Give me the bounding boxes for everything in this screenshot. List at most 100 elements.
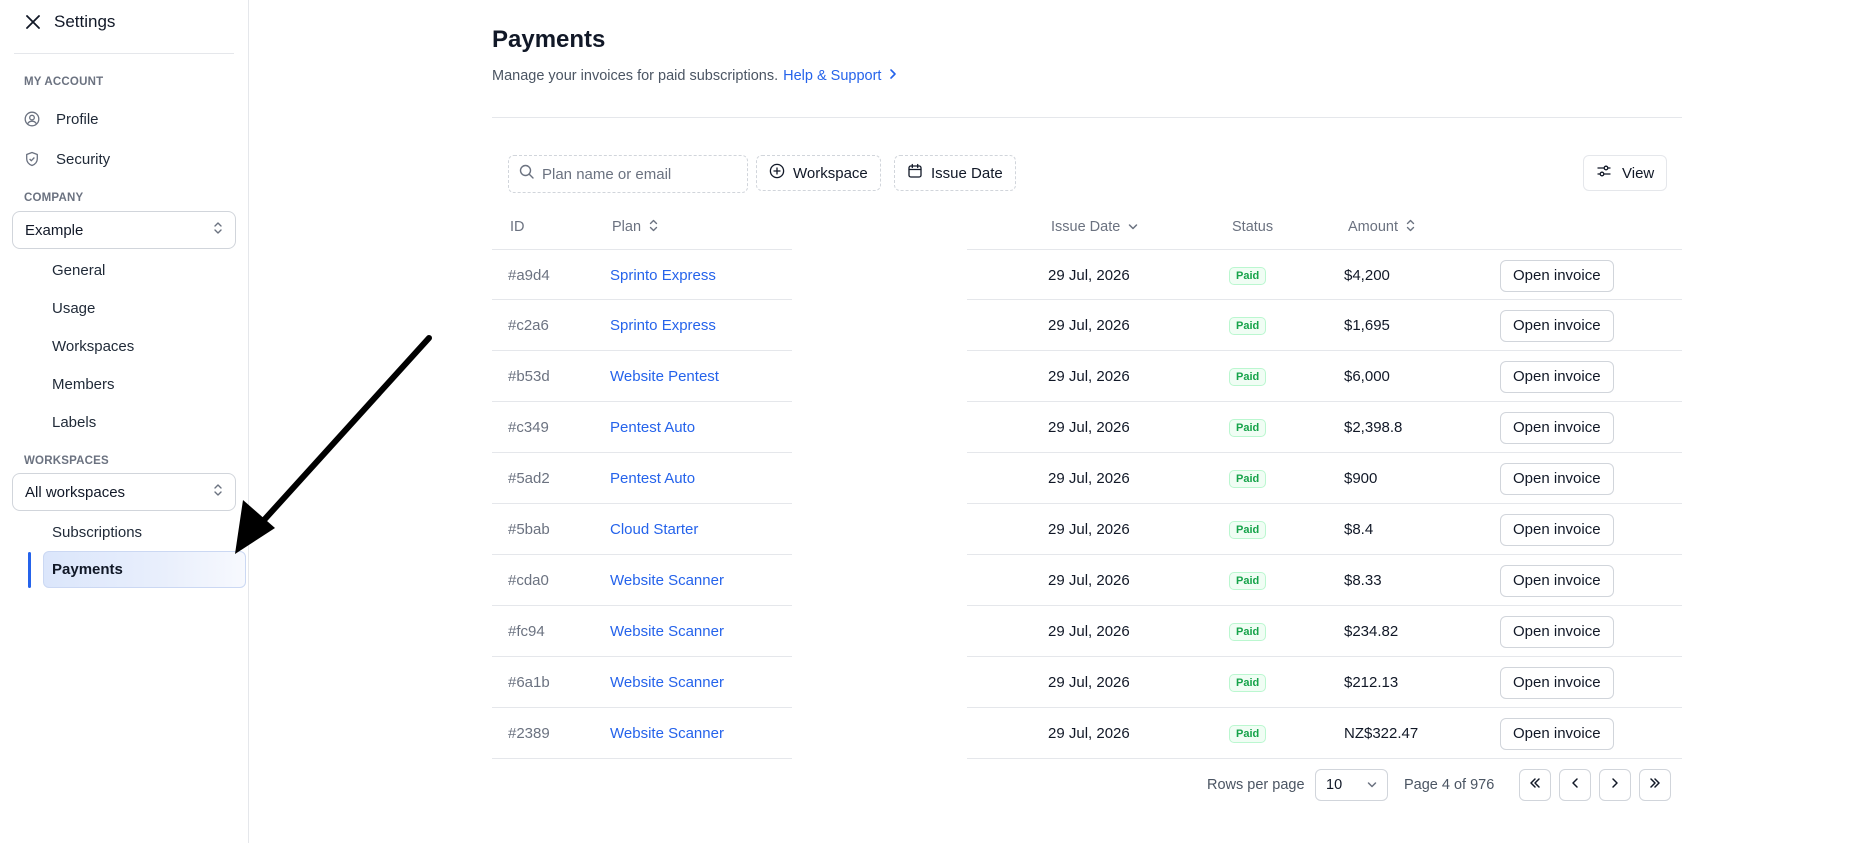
chevrons-right-icon	[1649, 776, 1661, 794]
previous-page-button[interactable]	[1559, 769, 1591, 801]
sort-icon	[649, 219, 658, 236]
chevron-down-icon	[1128, 219, 1138, 235]
status-badge: Paid	[1229, 469, 1267, 488]
sidebar-item-subscriptions[interactable]: Subscriptions	[52, 524, 142, 546]
status-badge: Paid	[1229, 724, 1267, 743]
chevron-up-down-icon	[213, 483, 223, 501]
status-badge: Paid	[1229, 673, 1267, 692]
amount: $900	[1344, 470, 1378, 487]
status-cell: Paid	[1229, 300, 1267, 351]
column-header-issue-date[interactable]: Issue Date	[1051, 217, 1138, 237]
plan-link[interactable]: Website Pentest	[610, 351, 719, 402]
sidebar-header: Settings	[24, 10, 115, 34]
payment-id: #c349	[508, 419, 549, 436]
column-header-label: Amount	[1348, 219, 1398, 235]
amount: $8.4	[1344, 521, 1374, 538]
sidebar-item-labels[interactable]: Labels	[52, 414, 96, 436]
issue-date-filter-button[interactable]: Issue Date	[894, 155, 1016, 191]
search-field[interactable]	[508, 155, 748, 193]
open-invoice-button[interactable]: Open invoice	[1500, 360, 1614, 393]
status-cell: Paid	[1229, 504, 1267, 555]
issue-date: 29 Jul, 2026	[1048, 521, 1130, 538]
amount: $6,000	[1344, 368, 1390, 385]
rows-per-page-select[interactable]: 10	[1315, 769, 1388, 801]
payments-table-body: #a9d4 Sprinto Express 29 Jul, 2026 Paid $4,2…	[492, 249, 1682, 759]
sidebar-item-payments[interactable]: Payments	[43, 551, 246, 588]
amount: NZ$322.47	[1344, 725, 1419, 742]
open-invoice-button[interactable]: Open invoice	[1500, 564, 1614, 597]
status-badge: Paid	[1229, 622, 1267, 641]
issue-date: 29 Jul, 2026	[1048, 674, 1130, 691]
column-header-amount[interactable]: Amount	[1348, 217, 1415, 237]
plan-link[interactable]: Cloud Starter	[610, 504, 698, 555]
status-badge: Paid	[1229, 316, 1267, 335]
action-cell: Open invoice	[1500, 606, 1614, 657]
open-invoice-button[interactable]: Open invoice	[1500, 513, 1614, 546]
issue-date: 29 Jul, 2026	[1048, 368, 1130, 385]
settings-sidebar: Settings MY ACCOUNT Profile Security COM…	[0, 0, 249, 843]
chevron-left-icon	[1569, 776, 1581, 794]
sidebar-item-members[interactable]: Members	[52, 376, 115, 398]
help-support-label: Help & Support	[783, 68, 882, 84]
company-select[interactable]: Example	[12, 211, 236, 249]
table-row: #2389 Website Scanner 29 Jul, 2026 Paid NZ$3…	[492, 708, 1682, 759]
open-invoice-button[interactable]: Open invoice	[1500, 717, 1614, 750]
search-icon	[519, 164, 534, 184]
table-row: #a9d4 Sprinto Express 29 Jul, 2026 Paid $4,2…	[492, 249, 1682, 300]
workspace-filter-button[interactable]: Workspace	[756, 155, 881, 191]
open-invoice-button[interactable]: Open invoice	[1500, 309, 1614, 342]
issue-date: 29 Jul, 2026	[1048, 470, 1130, 487]
plan-link[interactable]: Sprinto Express	[610, 250, 716, 301]
open-invoice-button[interactable]: Open invoice	[1500, 615, 1614, 648]
last-page-button[interactable]	[1639, 769, 1671, 801]
status-cell: Paid	[1229, 402, 1267, 453]
sidebar-item-security[interactable]: Security	[24, 147, 110, 171]
user-circle-icon	[24, 111, 40, 127]
status-badge: Paid	[1229, 418, 1267, 437]
sidebar-item-usage[interactable]: Usage	[52, 300, 95, 322]
plan-link[interactable]: Pentest Auto	[610, 453, 695, 504]
action-cell: Open invoice	[1500, 708, 1614, 759]
issue-date: 29 Jul, 2026	[1048, 317, 1130, 334]
open-invoice-button[interactable]: Open invoice	[1500, 666, 1614, 699]
sidebar-divider	[14, 53, 234, 54]
issue-date-filter-label: Issue Date	[931, 164, 1003, 182]
close-icon[interactable]	[24, 13, 42, 31]
annotation-arrow-icon	[235, 335, 432, 554]
search-input[interactable]	[542, 165, 732, 183]
payment-id: #fc94	[508, 623, 545, 640]
shield-icon	[24, 151, 40, 167]
plan-link[interactable]: Website Scanner	[610, 555, 724, 606]
help-support-link[interactable]: Help & Support	[783, 68, 897, 84]
sort-icon	[1406, 219, 1415, 236]
plan-link[interactable]: Website Scanner	[610, 606, 724, 657]
view-options-button[interactable]: View	[1583, 155, 1668, 191]
table-row: #b53d Website Pentest 29 Jul, 2026 Paid $6,0…	[492, 351, 1682, 402]
sidebar-item-general[interactable]: General	[52, 262, 105, 284]
column-header-plan[interactable]: Plan	[612, 217, 658, 237]
payment-id: #cda0	[508, 572, 549, 589]
plan-link[interactable]: Sprinto Express	[610, 300, 716, 351]
column-header-label: Issue Date	[1051, 219, 1121, 235]
amount: $4,200	[1344, 267, 1390, 284]
plan-link[interactable]: Pentest Auto	[610, 402, 695, 453]
plan-link[interactable]: Website Scanner	[610, 708, 724, 759]
payment-id: #5bab	[508, 521, 550, 538]
first-page-button[interactable]	[1519, 769, 1551, 801]
next-page-button[interactable]	[1599, 769, 1631, 801]
open-invoice-button[interactable]: Open invoice	[1500, 411, 1614, 444]
payment-id: #b53d	[508, 368, 550, 385]
action-cell: Open invoice	[1500, 250, 1614, 301]
open-invoice-button[interactable]: Open invoice	[1500, 462, 1614, 495]
action-cell: Open invoice	[1500, 402, 1614, 453]
plan-link[interactable]: Website Scanner	[610, 657, 724, 708]
company-heading: COMPANY	[24, 192, 84, 204]
table-row: #cda0 Website Scanner 29 Jul, 2026 Paid $8.3…	[492, 555, 1682, 606]
open-invoice-button[interactable]: Open invoice	[1500, 259, 1614, 292]
workspaces-select[interactable]: All workspaces	[12, 473, 236, 511]
sidebar-item-workspaces[interactable]: Workspaces	[52, 338, 134, 360]
subtitle-text: Manage your invoices for paid subscripti…	[492, 68, 779, 84]
sidebar-item-label: Profile	[56, 110, 99, 128]
chevron-right-icon	[1609, 776, 1621, 794]
sidebar-item-profile[interactable]: Profile	[24, 107, 99, 131]
